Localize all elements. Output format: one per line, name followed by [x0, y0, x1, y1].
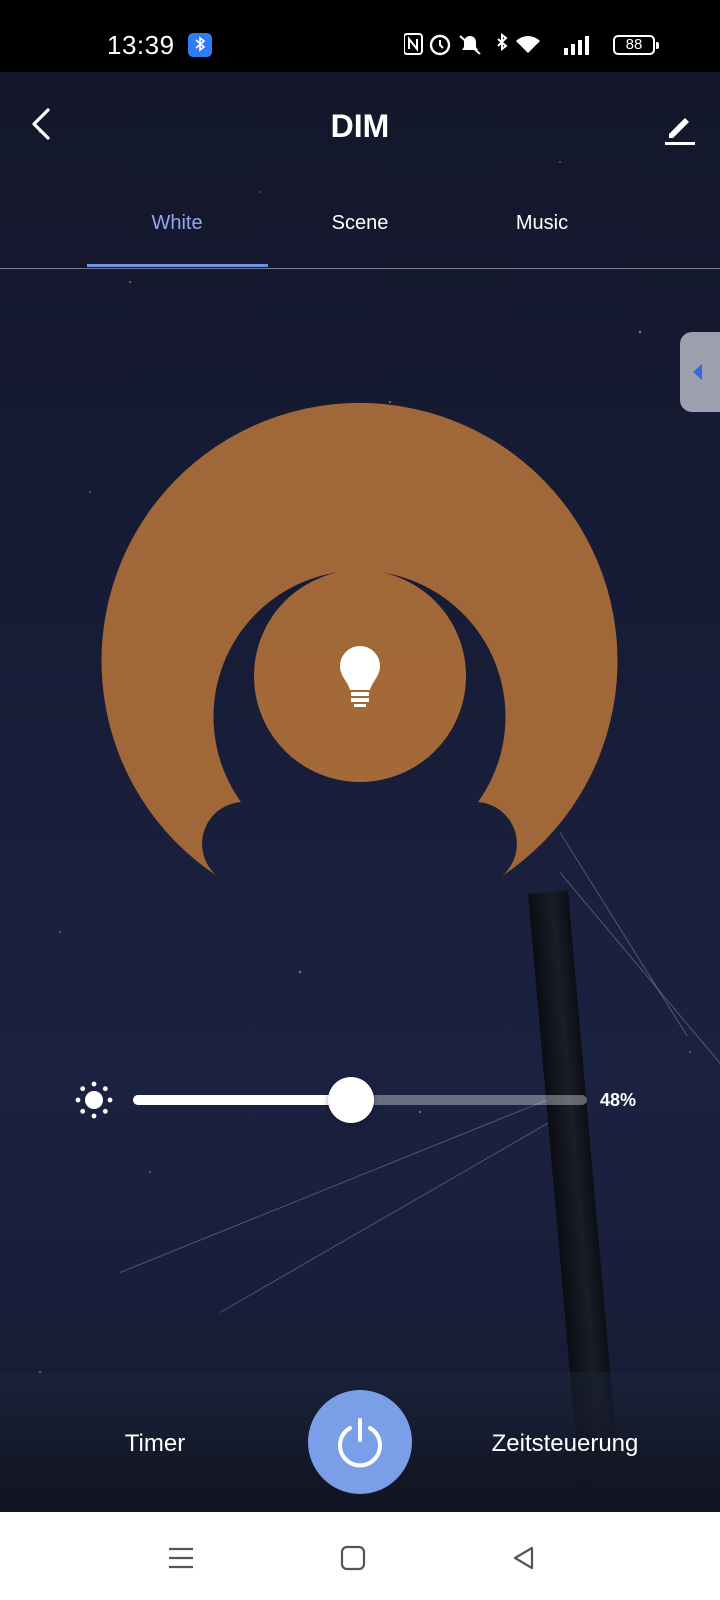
- nav-menu-button[interactable]: [161, 1540, 201, 1576]
- schedule-button[interactable]: Zeitsteuerung: [480, 1430, 650, 1458]
- brightness-slider[interactable]: [133, 1077, 587, 1123]
- nav-back-button[interactable]: [504, 1540, 544, 1576]
- brightness-slider-fill: [133, 1095, 351, 1105]
- brightness-slider-thumb[interactable]: [327, 1077, 374, 1123]
- bottom-bar: Timer Zeitsteuerung: [0, 1372, 720, 1512]
- sun-icon: [75, 1081, 113, 1119]
- home-square-icon: [340, 1545, 366, 1571]
- timer-button[interactable]: Timer: [100, 1430, 210, 1458]
- menu-icon: [169, 1547, 193, 1569]
- power-icon: [338, 1418, 382, 1468]
- nav-home-button[interactable]: [333, 1540, 373, 1576]
- color-dial[interactable]: [0, 0, 720, 900]
- power-button[interactable]: [308, 1390, 412, 1494]
- brightness-row: 48%: [0, 1060, 720, 1136]
- brightness-value: 48%: [600, 1090, 637, 1110]
- system-nav-bar: [0, 1512, 720, 1600]
- back-triangle-icon: [513, 1546, 534, 1570]
